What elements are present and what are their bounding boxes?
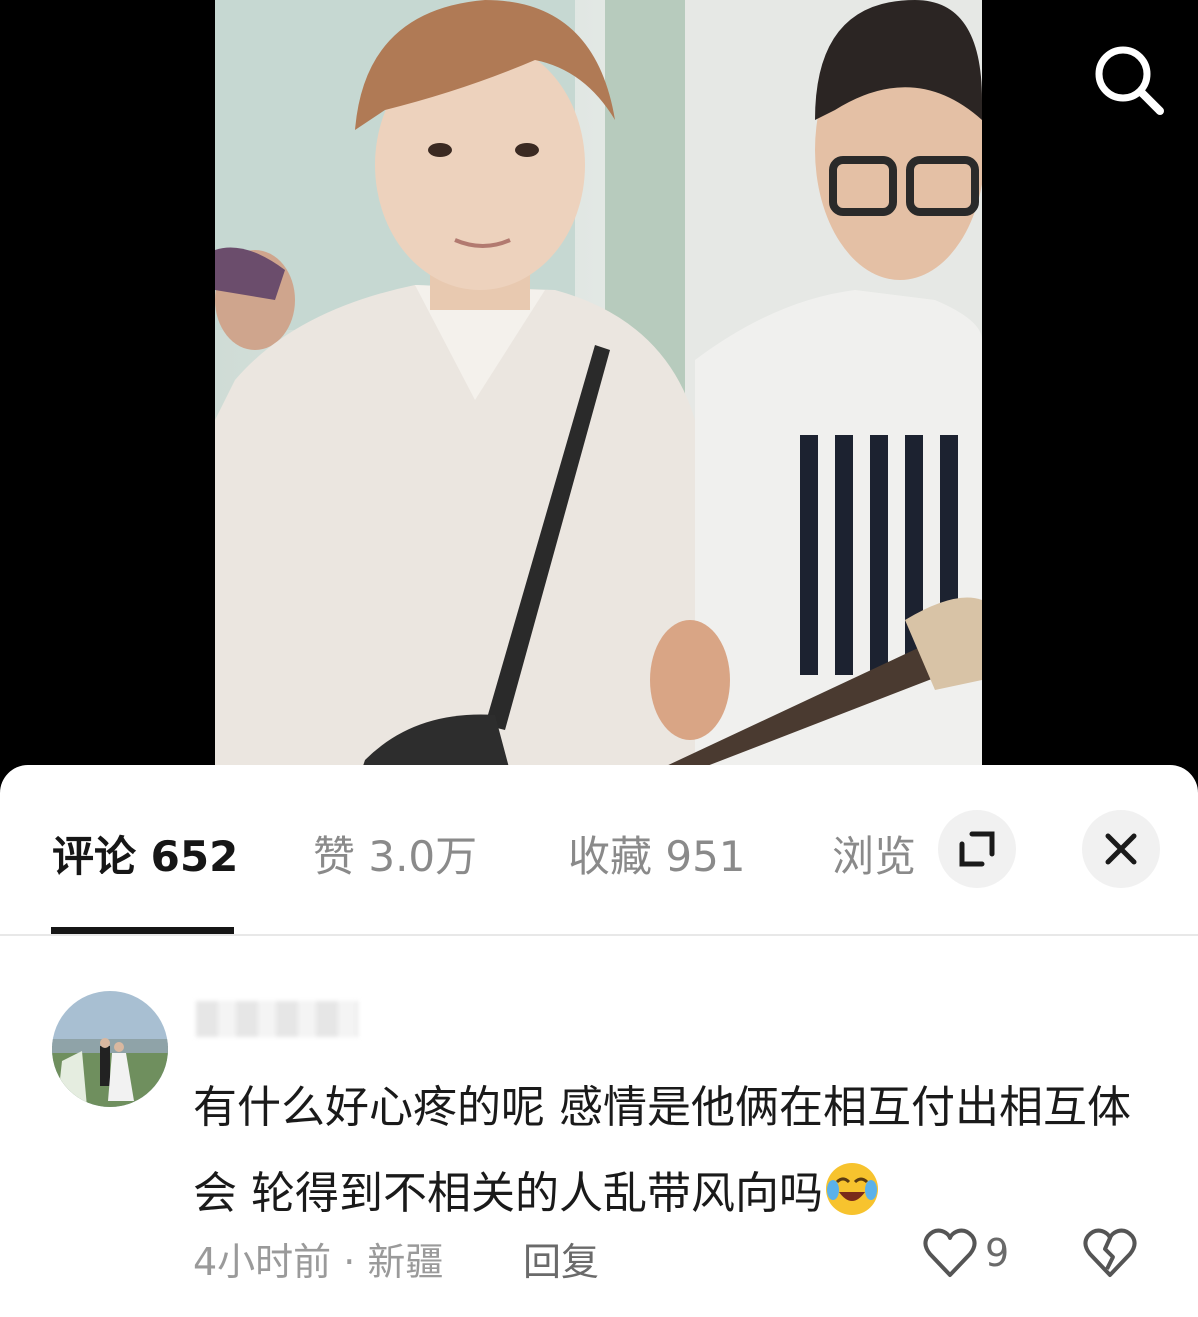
avatar[interactable] [52, 991, 168, 1107]
video-image [215, 0, 982, 790]
comment-body: 有什么好心疼的呢 感情是他俩在相互付出相互体会 轮得到不相关的人乱带风向吗 [193, 1082, 1131, 1219]
video-player[interactable] [0, 0, 1198, 790]
tab-favorites[interactable]: 收藏 951 [568, 823, 746, 884]
crying-laughing-emoji-icon [823, 1160, 881, 1218]
avatar-image [52, 991, 168, 1107]
tab-views[interactable]: 浏览 [832, 823, 916, 884]
comment-time-location: 4小时前 · 新疆 [193, 1240, 444, 1284]
close-button[interactable] [1082, 810, 1160, 888]
dislike-button[interactable] [1082, 1227, 1138, 1279]
search-icon [1095, 46, 1164, 115]
reply-button[interactable]: 回复 [523, 1231, 599, 1286]
tab-divider [0, 934, 1198, 936]
expand-icon [959, 831, 995, 867]
search-button[interactable] [1090, 40, 1170, 120]
broken-heart-icon [1083, 1228, 1137, 1277]
like-button[interactable] [922, 1227, 978, 1279]
active-tab-indicator [51, 927, 234, 934]
username-redacted [196, 1001, 358, 1037]
tab-comments[interactable]: 评论 652 [52, 823, 238, 884]
tab-likes[interactable]: 赞 3.0万 [313, 823, 477, 884]
like-count: 9 [985, 1231, 1010, 1275]
comment-text: 有什么好心疼的呢 感情是他俩在相互付出相互体会 轮得到不相关的人乱带风向吗 [193, 1065, 1133, 1237]
heart-icon [923, 1228, 977, 1277]
comments-sheet: 评论 652 赞 3.0万 收藏 951 浏览 有什么好心疼的呢 感情是他俩在相… [0, 765, 1198, 1317]
expand-button[interactable] [938, 810, 1016, 888]
video-frame [215, 0, 982, 790]
close-icon [1105, 833, 1137, 865]
tab-bar: 评论 652 赞 3.0万 收藏 951 浏览 [0, 765, 1198, 935]
